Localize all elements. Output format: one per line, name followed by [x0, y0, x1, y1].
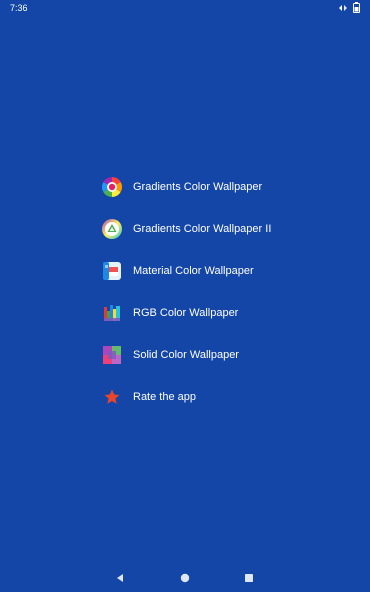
home-icon[interactable] [178, 571, 192, 585]
menu-item-rgb[interactable]: RGB Color Wallpaper [100, 292, 340, 334]
menu-item-label: Rate the app [133, 391, 196, 403]
menu-item-material[interactable]: Material Color Wallpaper [100, 250, 340, 292]
menu-item-rate-app[interactable]: Rate the app [100, 376, 340, 418]
menu-item-solid[interactable]: Solid Color Wallpaper [100, 334, 340, 376]
status-time: 7:36 [10, 3, 28, 13]
status-icons [337, 2, 360, 16]
navigation-bar [0, 562, 370, 592]
recents-icon[interactable] [242, 571, 256, 585]
gradient-wheel-icon [101, 176, 123, 198]
wallpaper-menu: Gradients Color Wallpaper Gradients Colo… [100, 166, 340, 418]
rgb-bars-icon [101, 302, 123, 324]
menu-item-label: Gradients Color Wallpaper II [133, 223, 272, 235]
sync-icon [337, 0, 349, 18]
status-bar: 7:36 [0, 0, 370, 18]
menu-item-gradients[interactable]: Gradients Color Wallpaper [100, 166, 340, 208]
star-icon [101, 386, 123, 408]
menu-item-label: Gradients Color Wallpaper [133, 181, 263, 193]
material-card-icon [101, 260, 123, 282]
menu-item-label: Solid Color Wallpaper [133, 349, 239, 361]
menu-item-label: Material Color Wallpaper [133, 265, 254, 277]
menu-item-label: RGB Color Wallpaper [133, 307, 239, 319]
battery-icon [353, 0, 360, 18]
solid-squares-icon [101, 344, 123, 366]
gradient-triangle-icon [101, 218, 123, 240]
menu-item-gradients-ii[interactable]: Gradients Color Wallpaper II [100, 208, 340, 250]
back-icon[interactable] [113, 571, 127, 585]
app-screen: 7:36 Gradients Color Wallpaper Gradients… [0, 0, 370, 592]
